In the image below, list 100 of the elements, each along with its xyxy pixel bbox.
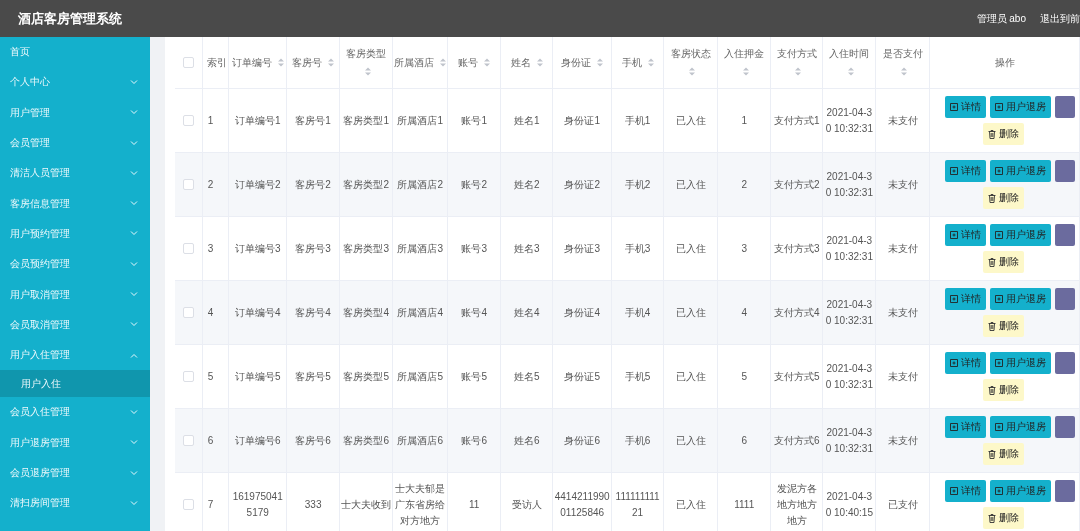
sort-icon[interactable] — [901, 67, 908, 77]
table-cell: 未支付 — [887, 178, 918, 190]
table-cell: 2 — [741, 178, 747, 190]
action-button[interactable] — [1055, 352, 1076, 374]
row-checkbox[interactable] — [182, 179, 194, 191]
delete-button[interactable]: 删除 — [982, 123, 1024, 145]
sort-icon[interactable] — [847, 67, 854, 77]
action-button[interactable] — [1055, 288, 1076, 310]
header-cell[interactable]: 客房类型 — [339, 37, 393, 89]
header-cell[interactable]: 客房号 — [286, 37, 340, 89]
table-cell: 6 — [207, 434, 214, 446]
header-cell[interactable]: 账号 — [447, 37, 501, 89]
table-cell: 客房号6 — [295, 434, 331, 446]
table-cell: 4 — [741, 306, 747, 318]
header-cell[interactable]: 所属酒店 — [392, 37, 448, 89]
table-cell: 已入住 — [675, 306, 706, 318]
sort-icon[interactable] — [536, 58, 543, 68]
delete-button[interactable]: 删除 — [982, 315, 1024, 337]
header-cell[interactable]: 姓名 — [500, 37, 553, 89]
table-cell: 未支付 — [887, 306, 918, 318]
sort-icon[interactable] — [277, 58, 284, 68]
table-cell: 11111111121 — [615, 490, 660, 518]
checkout-button[interactable]: 用户退房 — [990, 224, 1052, 246]
detail-button[interactable]: 详情 — [945, 224, 987, 246]
table-cell: 333 — [304, 498, 322, 510]
checkout-button[interactable]: 用户退房 — [990, 96, 1052, 118]
table-cell: 手机1 — [624, 114, 651, 126]
row-checkbox[interactable] — [182, 499, 194, 511]
row-checkbox[interactable] — [182, 307, 194, 319]
chevron-down-icon — [130, 110, 138, 116]
table-cell: 已支付 — [887, 498, 918, 510]
row-checkbox[interactable] — [182, 435, 194, 447]
detail-button[interactable]: 详情 — [945, 352, 987, 374]
table-cell: 5 — [741, 370, 747, 382]
chevron-down-icon — [130, 261, 138, 267]
action-button[interactable] — [1055, 160, 1076, 182]
row-checkbox[interactable] — [182, 243, 194, 255]
table-cell: 1619750415179 — [232, 490, 283, 518]
chevron-down-icon — [130, 500, 138, 506]
action-button[interactable] — [1055, 480, 1076, 502]
table-cell: 客房号5 — [295, 370, 331, 382]
header-cell[interactable]: 订单编号 — [228, 37, 287, 89]
sort-icon[interactable] — [795, 67, 802, 77]
action-button[interactable] — [1055, 416, 1076, 438]
delete-button[interactable]: 删除 — [982, 443, 1024, 465]
column-header: 入住押金 — [724, 47, 765, 59]
sort-icon[interactable] — [742, 67, 749, 77]
exit-link[interactable]: 退出到前 — [1040, 11, 1080, 26]
sidebar-subitem[interactable]: 用户入住 — [0, 370, 150, 398]
delete-button[interactable]: 删除 — [982, 187, 1024, 209]
checkout-button[interactable]: 用户退房 — [990, 480, 1052, 502]
table-cell: 手机3 — [624, 242, 651, 254]
table-cell: 已入住 — [675, 242, 706, 254]
sort-icon[interactable] — [689, 67, 696, 77]
header-cell[interactable]: 支付方式 — [770, 37, 823, 89]
sort-icon[interactable] — [364, 67, 371, 77]
header-cell[interactable]: 客房状态 — [663, 37, 718, 89]
table-cell: 客房类型5 — [343, 370, 389, 382]
header-cell[interactable]: 入住时间 — [822, 37, 876, 89]
header-cell[interactable]: 是否支付 — [875, 37, 930, 89]
detail-button[interactable]: 详情 — [945, 416, 987, 438]
delete-button[interactable]: 删除 — [982, 379, 1024, 401]
detail-button[interactable]: 详情 — [945, 96, 987, 118]
column-header: 索引 — [206, 56, 227, 68]
header-cell[interactable]: 身份证 — [552, 37, 612, 89]
row-checkbox[interactable] — [182, 371, 194, 383]
table-cell: 支付方式2 — [774, 178, 820, 190]
column-header: 身份证 — [561, 56, 592, 68]
checkout-button[interactable]: 用户退房 — [990, 416, 1052, 438]
delete-button[interactable]: 删除 — [982, 251, 1024, 273]
checkout-button[interactable]: 用户退房 — [990, 288, 1052, 310]
action-button[interactable] — [1055, 96, 1076, 118]
sort-icon[interactable] — [484, 58, 491, 68]
detail-button[interactable]: 详情 — [945, 288, 987, 310]
detail-button[interactable]: 详情 — [945, 160, 987, 182]
header-cell[interactable]: 入住押金 — [717, 37, 771, 89]
select-all-checkbox[interactable] — [182, 57, 194, 69]
sort-icon[interactable] — [440, 58, 447, 68]
admin-label: 管理员 abo — [976, 11, 1026, 26]
action-button[interactable] — [1055, 224, 1076, 246]
trash-icon — [987, 385, 996, 395]
table-cell: 6 — [741, 434, 747, 446]
row-checkbox[interactable] — [182, 115, 194, 127]
header-cell[interactable]: 手机 — [611, 37, 664, 89]
column-header: 订单编号 — [231, 56, 272, 68]
table-cell: 姓名5 — [514, 370, 540, 382]
checkout-button[interactable]: 用户退房 — [990, 160, 1052, 182]
detail-button[interactable]: 详情 — [945, 480, 987, 502]
table-cell: 订单编号3 — [234, 242, 281, 254]
table-cell: 手机6 — [624, 434, 651, 446]
chevron-down-icon — [130, 79, 138, 85]
sort-icon[interactable] — [597, 58, 604, 68]
table-cell: 订单编号5 — [234, 370, 281, 382]
table-cell: 身份证6 — [564, 434, 600, 446]
column-header: 支付方式 — [776, 47, 817, 59]
sort-icon[interactable] — [328, 58, 335, 68]
checkout-button[interactable]: 用户退房 — [990, 352, 1052, 374]
sort-icon[interactable] — [647, 58, 654, 68]
table-cell: 1 — [741, 114, 747, 126]
delete-button[interactable]: 删除 — [982, 507, 1024, 529]
